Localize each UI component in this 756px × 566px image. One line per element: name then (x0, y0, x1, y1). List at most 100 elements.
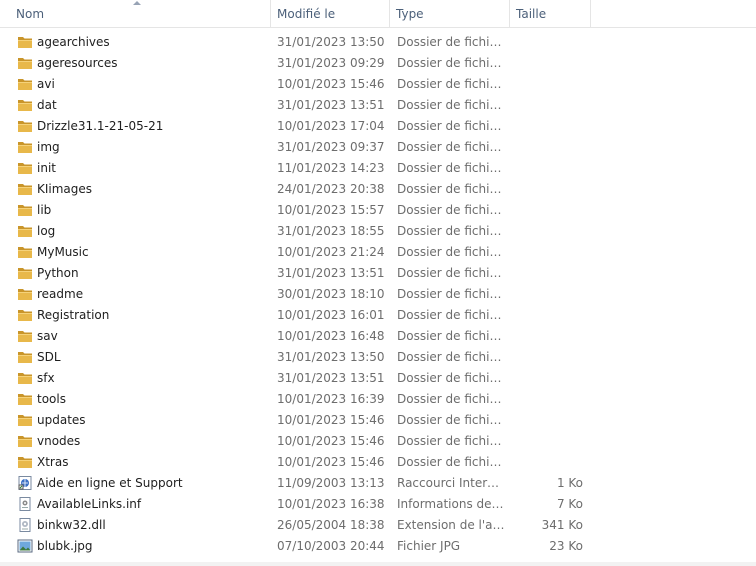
file-type: Dossier de fichiers (397, 182, 505, 196)
file-date: 10/01/2023 16:01 (277, 308, 385, 322)
file-name: vnodes (37, 434, 81, 448)
file-name: agearchives (37, 35, 110, 49)
file-size: 1 Ko (556, 476, 583, 490)
column-header-bar: Nom Modifié le Type Taille (0, 0, 756, 28)
file-row[interactable]: Xtras 10/01/2023 15:46 Dossier de fichiers (0, 452, 756, 473)
folder-icon (17, 98, 33, 112)
file-date: 31/01/2023 09:29 (277, 56, 385, 70)
file-row[interactable]: updates 10/01/2023 15:46 Dossier de fichie… (0, 410, 756, 431)
folder-icon (17, 56, 33, 70)
file-row[interactable]: log 31/01/2023 18:55 Dossier de fichiers (0, 221, 756, 242)
file-row[interactable]: KIimages 24/01/2023 20:38 Dossier de fichi… (0, 179, 756, 200)
file-row[interactable]: tools 10/01/2023 16:39 Dossier de fichiers (0, 389, 756, 410)
folder-icon (17, 35, 33, 49)
file-row[interactable]: sav 10/01/2023 16:48 Dossier de fichiers (0, 326, 756, 347)
column-header-type[interactable]: Type (390, 0, 510, 27)
file-date: 10/01/2023 15:46 (277, 77, 385, 91)
file-name: Drizzle31.1-21-05-21 (37, 119, 164, 133)
file-row[interactable]: agearchives 31/01/2023 13:50 Dossier de fi… (0, 32, 756, 53)
file-row[interactable]: Aide en ligne et Support 11/09/2003 13:13… (0, 473, 756, 494)
folder-icon (17, 245, 33, 259)
folder-icon (17, 266, 33, 280)
file-date: 30/01/2023 18:10 (277, 287, 385, 301)
folder-icon (17, 308, 33, 322)
file-date: 10/01/2023 16:48 (277, 329, 385, 343)
file-row[interactable]: AvailableLinks.inf 10/01/2023 16:38 Inform… (0, 494, 756, 515)
file-date: 31/01/2023 09:37 (277, 140, 385, 154)
folder-icon (17, 371, 33, 385)
file-type: Dossier de fichiers (397, 245, 505, 259)
file-date: 10/01/2023 21:24 (277, 245, 385, 259)
file-row[interactable]: vnodes 10/01/2023 15:46 Dossier de fichier… (0, 431, 756, 452)
folder-icon (17, 287, 33, 301)
column-header-date[interactable]: Modifié le (271, 0, 390, 27)
file-date: 24/01/2023 20:38 (277, 182, 385, 196)
file-date: 11/01/2023 14:23 (277, 161, 385, 175)
file-name: lib (37, 203, 52, 217)
folder-icon (17, 203, 33, 217)
file-name: log (37, 224, 56, 238)
file-name: Python (37, 266, 79, 280)
folder-icon (17, 392, 33, 406)
file-name: blubk.jpg (37, 539, 93, 553)
file-row[interactable]: avi 10/01/2023 15:46 Dossier de fichiers (0, 74, 756, 95)
file-type: Dossier de fichiers (397, 98, 505, 112)
file-row[interactable]: binkw32.dll 26/05/2004 18:38 Extension de … (0, 515, 756, 536)
file-date: 31/01/2023 13:51 (277, 98, 385, 112)
file-row[interactable]: ageresources 31/01/2023 09:29 Dossier de f… (0, 53, 756, 74)
file-row[interactable]: lib 10/01/2023 15:57 Dossier de fichiers (0, 200, 756, 221)
file-type: Dossier de fichiers (397, 266, 505, 280)
file-row[interactable]: Registration 10/01/2023 16:01 Dossier de f… (0, 305, 756, 326)
file-type: Dossier de fichiers (397, 371, 505, 385)
file-date: 07/10/2003 20:44 (277, 539, 385, 553)
folder-icon (17, 182, 33, 196)
column-header-name[interactable]: Nom (10, 0, 271, 27)
file-type: Raccourci Internet (397, 476, 505, 490)
file-name: ageresources (37, 56, 118, 70)
file-type: Dossier de fichiers (397, 329, 505, 343)
file-type: Dossier de fichiers (397, 161, 505, 175)
folder-icon (17, 224, 33, 238)
file-type: Dossier de fichiers (397, 77, 505, 91)
file-date: 31/01/2023 13:51 (277, 266, 385, 280)
folder-icon (17, 77, 33, 91)
file-row[interactable]: Python 31/01/2023 13:51 Dossier de fichier… (0, 263, 756, 284)
file-date: 26/05/2004 18:38 (277, 518, 385, 532)
file-type: Informations de c... (397, 497, 505, 511)
file-row[interactable]: SDL 31/01/2023 13:50 Dossier de fichiers (0, 347, 756, 368)
file-row[interactable]: Drizzle31.1-21-05-21 10/01/2023 17:04 Doss… (0, 116, 756, 137)
file-type: Dossier de fichiers (397, 455, 505, 469)
file-name: updates (37, 413, 86, 427)
file-date: 10/01/2023 15:57 (277, 203, 385, 217)
file-name: img (37, 140, 60, 154)
file-date: 10/01/2023 15:46 (277, 434, 385, 448)
file-row[interactable]: sfx 31/01/2023 13:51 Dossier de fichiers (0, 368, 756, 389)
column-header-size[interactable]: Taille (510, 0, 591, 27)
file-name: sav (37, 329, 58, 343)
file-date: 10/01/2023 15:46 (277, 455, 385, 469)
file-name: tools (37, 392, 66, 406)
file-name: MyMusic (37, 245, 89, 259)
file-row[interactable]: blubk.jpg 07/10/2003 20:44 Fichier JPG 23 K… (0, 536, 756, 557)
file-row[interactable]: init 11/01/2023 14:23 Dossier de fichiers (0, 158, 756, 179)
file-type: Dossier de fichiers (397, 392, 505, 406)
folder-icon (17, 161, 33, 175)
setup-info-file-icon (17, 497, 33, 511)
folder-icon (17, 350, 33, 364)
file-row[interactable]: readme 30/01/2023 18:10 Dossier de fichier… (0, 284, 756, 305)
folder-icon (17, 434, 33, 448)
file-name: readme (37, 287, 84, 301)
internet-shortcut-icon (17, 476, 33, 490)
file-row[interactable]: img 31/01/2023 09:37 Dossier de fichiers (0, 137, 756, 158)
file-name: init (37, 161, 56, 175)
file-date: 10/01/2023 16:39 (277, 392, 385, 406)
file-type: Dossier de fichiers (397, 350, 505, 364)
horizontal-scrollbar[interactable] (0, 562, 756, 566)
file-date: 31/01/2023 13:51 (277, 371, 385, 385)
file-name: Xtras (37, 455, 69, 469)
file-type: Dossier de fichiers (397, 203, 505, 217)
file-row[interactable]: dat 31/01/2023 13:51 Dossier de fichiers (0, 95, 756, 116)
file-row[interactable]: MyMusic 10/01/2023 21:24 Dossier de fichie… (0, 242, 756, 263)
file-size: 341 Ko (541, 518, 583, 532)
file-name: KIimages (37, 182, 93, 196)
